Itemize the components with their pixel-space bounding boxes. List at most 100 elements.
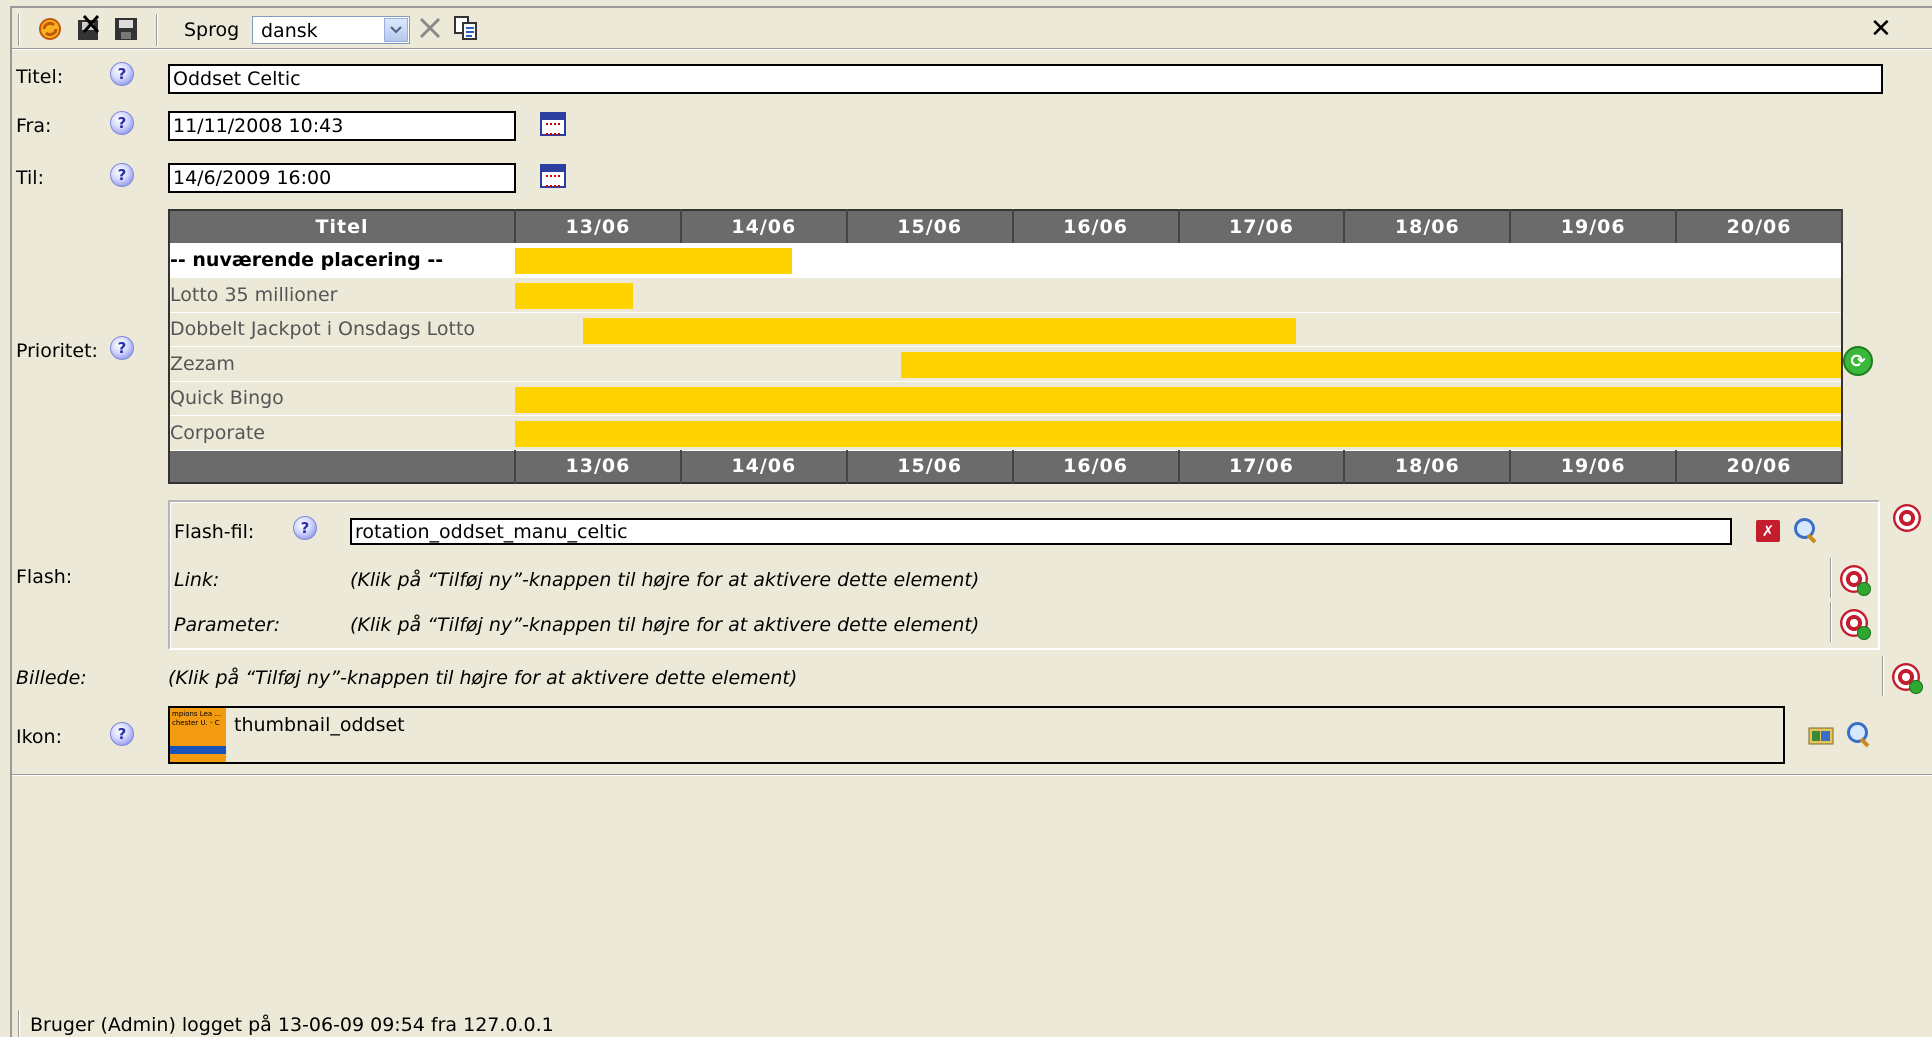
schedule-bar[interactable] [901,352,1841,378]
refresh-icon[interactable] [36,14,64,42]
schedule-timeline-cell [515,415,1842,451]
flash-link-separator [1830,558,1832,598]
schedule-bar[interactable] [515,421,1841,447]
date-header: 16/06 [1012,210,1180,243]
help-icon[interactable]: ? [110,722,134,746]
flash-parameter-hint: (Klik på “Tilføj ny”-knappen til højre f… [350,614,980,636]
date-header: 19/06 [1510,210,1678,243]
date-footer: 14/06 [680,450,848,483]
schedule-row[interactable]: Dobbelt Jackpot i Onsdags Lotto [169,312,1842,347]
status-separator [18,1010,20,1037]
schedule-row-title: Quick Bingo [169,381,515,416]
language-label: Sprog [184,19,240,41]
schedule-timeline-cell [515,312,1842,347]
clear-icon[interactable] [416,14,444,42]
from-label: Fra: [16,115,52,137]
schedule-row[interactable]: Corporate [169,415,1842,451]
add-parameter-icon[interactable] [1840,609,1871,640]
refresh-priority-icon[interactable]: ⟳ [1843,346,1873,376]
date-footer: 20/06 [1676,450,1843,483]
chevron-down-icon [384,18,408,42]
schedule-timeline-cell [515,346,1842,382]
schedule-timeline-cell [515,243,1842,278]
schedule-row-title: Zezam [169,346,515,382]
toolbar-separator [156,14,158,46]
thumbnail-image: mpions Lea ... chester U. - C [170,708,226,762]
add-flash-icon[interactable] [1893,504,1921,532]
search-icon[interactable] [1792,516,1820,544]
flash-label: Flash: [16,566,73,588]
language-select-value: dansk [261,20,318,42]
date-footer: 17/06 [1178,450,1346,483]
schedule-row-title: Corporate [169,415,515,451]
schedule-footer-blank [169,450,516,483]
icon-field[interactable] [168,706,1785,764]
thumbnail-caption: mpions Lea ... chester U. - C [172,710,222,727]
priority-schedule-table: Titel 13/06 14/06 15/06 16/06 17/06 18/0… [168,209,1843,484]
flash-file-remove-icon[interactable]: ✗ [1756,520,1780,542]
flash-link-hint: (Klik på “Tilføj ny”-knappen til højre f… [350,569,980,591]
date-header: 17/06 [1178,210,1346,243]
to-label: Til: [16,167,44,189]
date-footer: 16/06 [1012,450,1180,483]
to-date-input[interactable]: 14/6/2009 16:00 [168,163,516,193]
schedule-bar[interactable] [582,317,1296,344]
flash-file-input[interactable]: rotation_oddset_manu_celtic [350,518,1732,545]
schedule-row-title: Dobbelt Jackpot i Onsdags Lotto [169,312,515,347]
schedule-row[interactable]: Zezam [169,346,1842,382]
date-footer: 13/06 [515,450,682,483]
flash-file-label: Flash-fil: [174,521,255,543]
help-icon[interactable]: ? [110,163,134,187]
schedule-bar[interactable] [515,386,1841,413]
help-icon[interactable]: ? [293,516,317,540]
schedule-row-title: -- nuværende placering -- [169,243,515,278]
schedule-title-header: Titel [169,210,516,243]
calendar-icon[interactable] [540,112,566,136]
add-link-icon[interactable] [1840,565,1871,596]
image-hint: (Klik på “Tilføj ny”-knappen til højre f… [168,667,798,689]
status-text: Bruger (Admin) logget på 13-06-09 09:54 … [30,1014,554,1036]
date-footer: 15/06 [846,450,1014,483]
schedule-footer-row: 13/06 14/06 15/06 16/06 17/06 18/06 19/0… [169,450,1843,483]
toolbar-divider [12,48,1932,50]
icon-label: Ikon: [16,726,62,748]
schedule-timeline-cell [515,277,1842,313]
help-icon[interactable]: ? [110,111,134,135]
schedule-timeline-cell [515,381,1842,416]
icon-filename: thumbnail_oddset [234,714,405,736]
date-footer: 18/06 [1344,450,1512,483]
delete-icon[interactable] [74,14,102,42]
from-date-input[interactable]: 11/11/2008 10:43 [168,111,516,141]
schedule-header-row: Titel 13/06 14/06 15/06 16/06 17/06 18/0… [169,210,1843,243]
copy-icon[interactable] [452,14,480,42]
priority-label: Prioritet: [16,340,98,362]
date-header: 14/06 [680,210,848,243]
add-image-icon[interactable] [1892,663,1923,694]
date-header: 18/06 [1344,210,1512,243]
title-label: Titel: [16,66,64,88]
title-input[interactable]: Oddset Celtic [168,64,1883,94]
form-bottom-divider [12,774,1932,776]
schedule-bar[interactable] [515,283,633,309]
calendar-icon[interactable] [540,164,566,188]
save-icon[interactable] [112,14,140,42]
close-icon[interactable]: ✕ [1870,14,1892,44]
image-label: Billede: [16,667,87,689]
help-icon[interactable]: ? [110,62,134,86]
schedule-row[interactable]: Quick Bingo [169,381,1842,416]
date-header: 15/06 [846,210,1014,243]
flash-parameter-separator [1830,602,1832,642]
schedule-row-current[interactable]: -- nuværende placering -- [169,243,1842,278]
schedule-row[interactable]: Lotto 35 millioner [169,277,1842,313]
date-header: 20/06 [1676,210,1843,243]
date-header: 13/06 [515,210,682,243]
flash-parameter-label: Parameter: [174,614,281,636]
search-icon[interactable] [1845,720,1873,748]
language-select[interactable]: dansk [252,16,410,44]
image-browse-icon[interactable] [1808,724,1834,746]
schedule-bar[interactable] [515,248,792,274]
flash-link-label: Link: [174,569,220,591]
help-icon[interactable]: ? [110,336,134,360]
image-separator [1882,656,1884,696]
date-footer: 19/06 [1510,450,1678,483]
